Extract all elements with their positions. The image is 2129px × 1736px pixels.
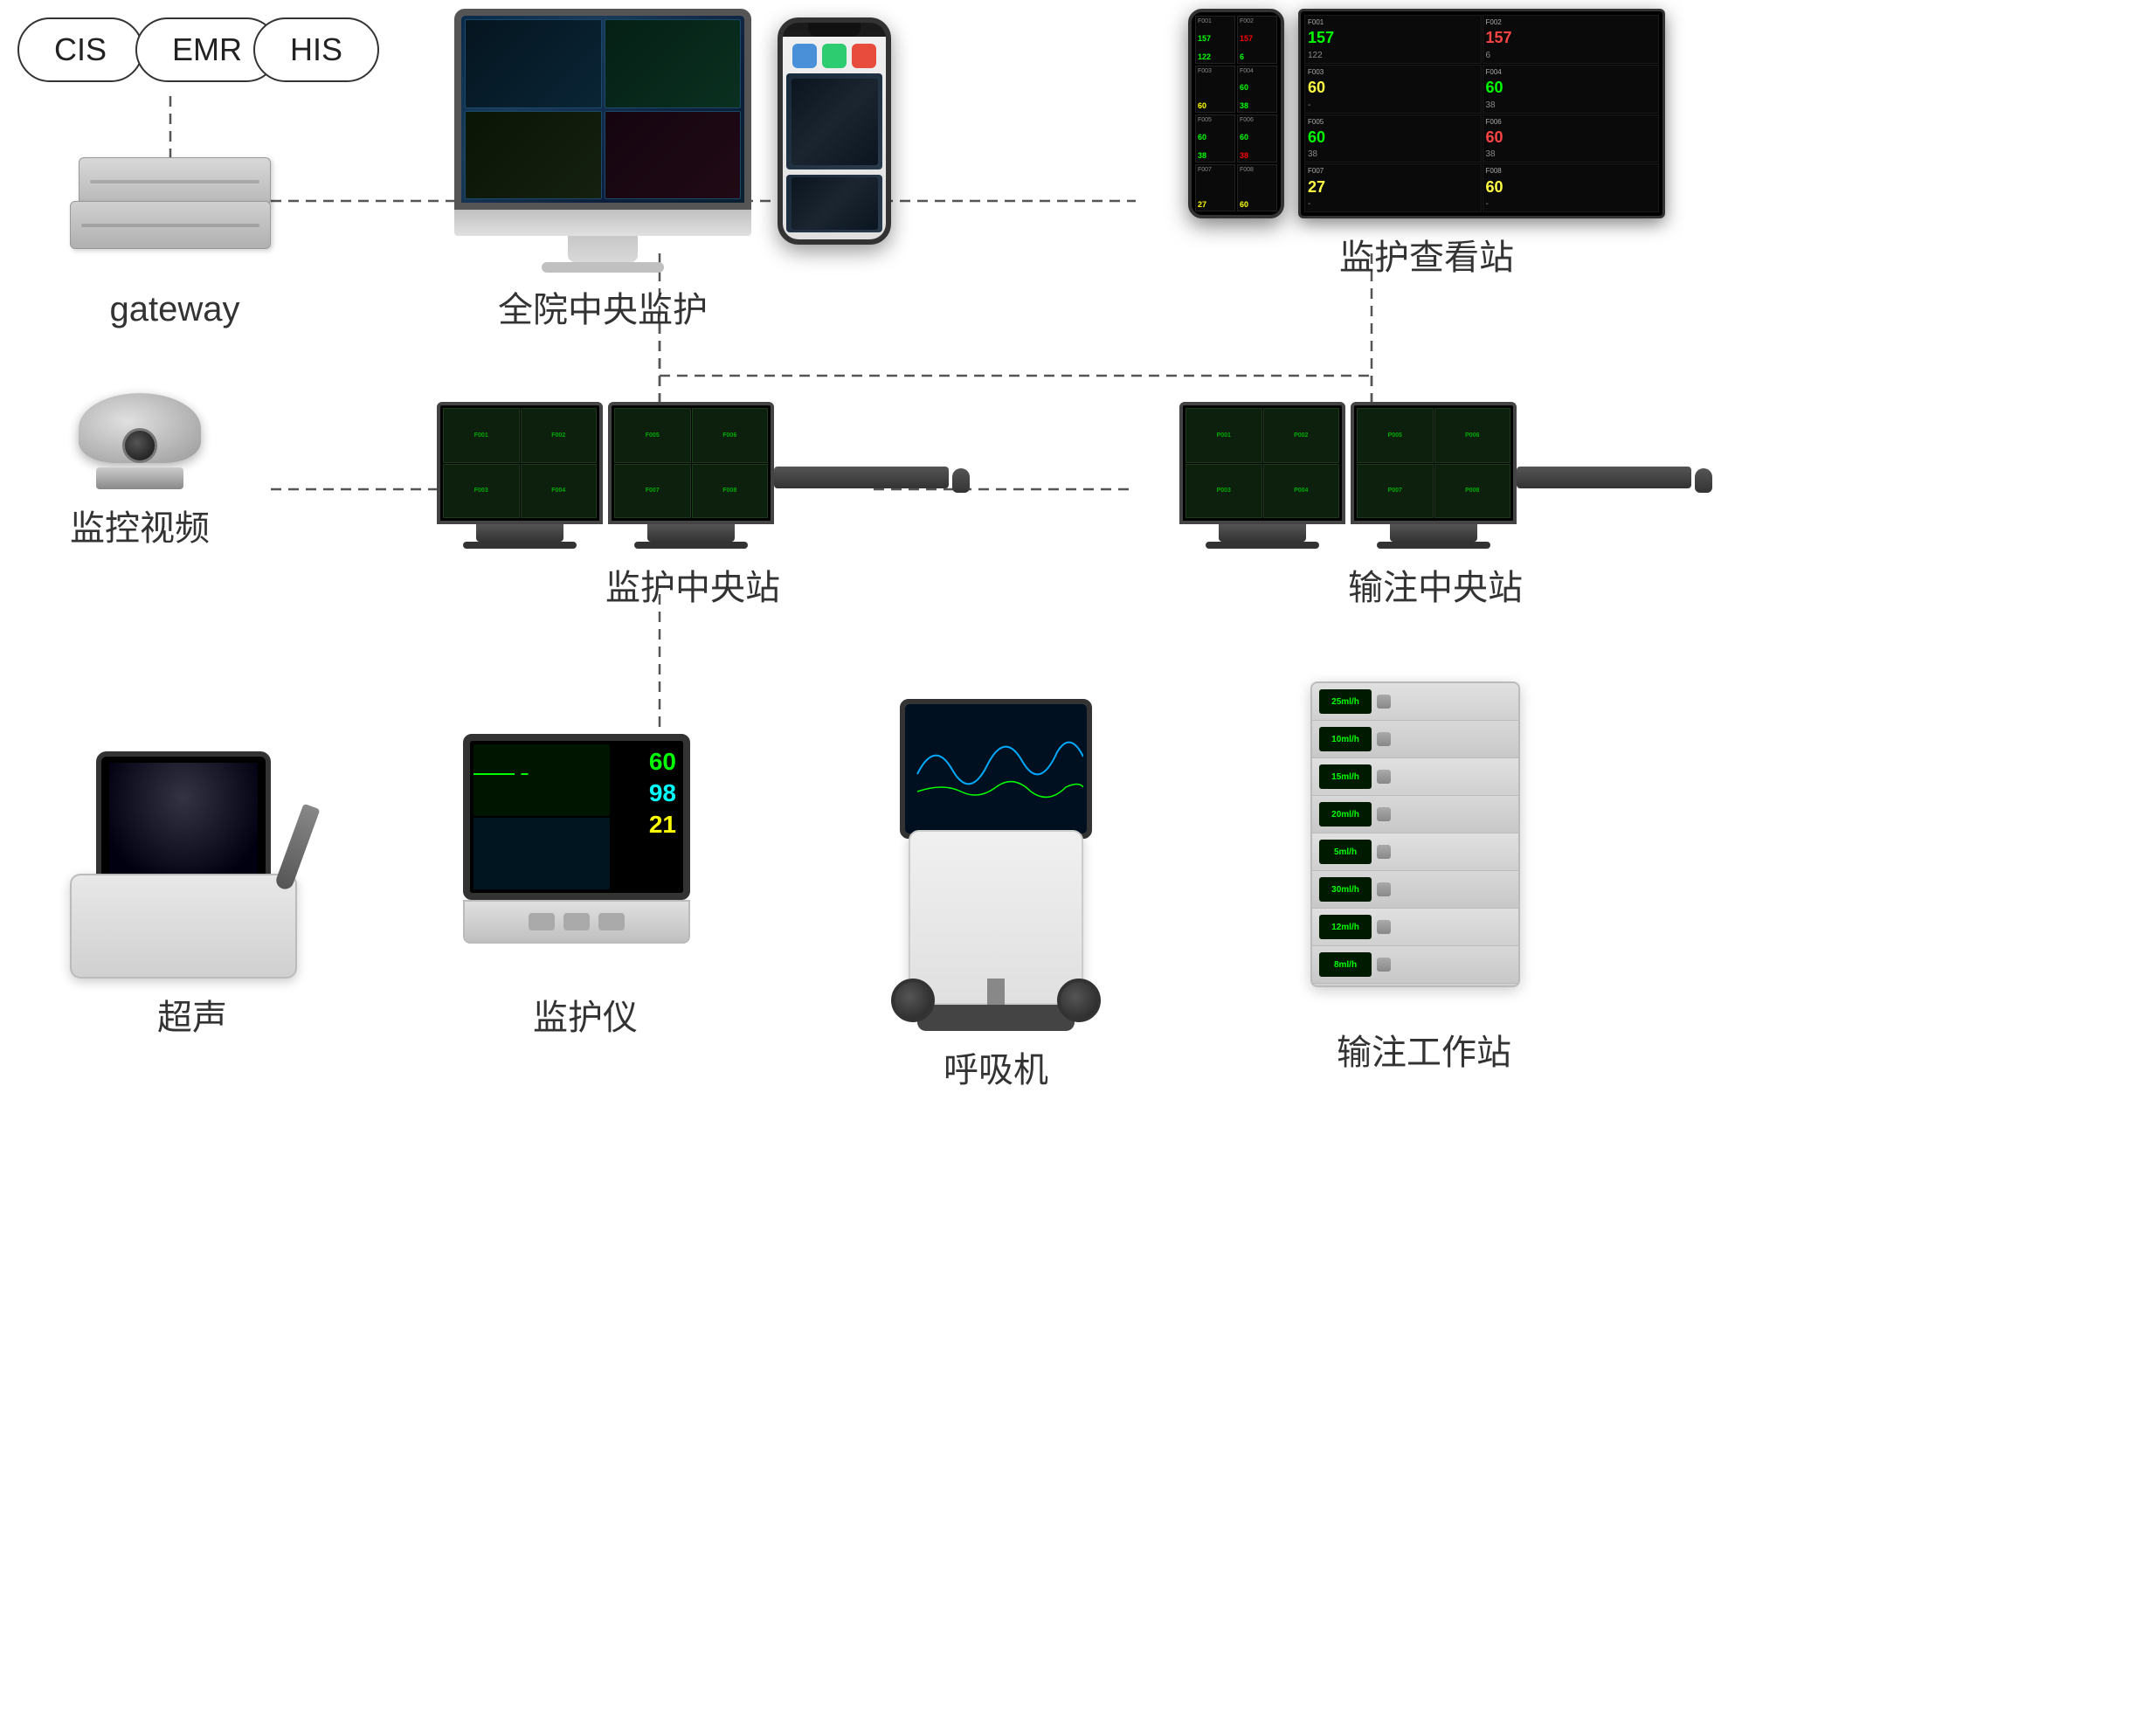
ultrasound-node: 超声 <box>70 751 315 1040</box>
his-pill: HIS <box>253 17 379 82</box>
ventilator-node: 呼吸机 <box>891 699 1101 1092</box>
ultrasound-label: 超声 <box>157 989 227 1040</box>
patient-monitor-node: 60 98 21 监护仪 <box>463 734 708 1040</box>
hospital-central-node: 全院中央监护 <box>454 9 751 332</box>
surveillance-label: 监控视频 <box>70 500 210 550</box>
cis-pill: CIS <box>17 17 143 82</box>
viewer-station-device: F001 157 122 F002 157 6 F003 <box>1188 9 1665 218</box>
monitor-central-device: F001 F002 F003 F004 F005 F006 F007 F008 <box>437 402 949 549</box>
infusion-central-label: 输注中央站 <box>1348 559 1523 610</box>
surveillance-node: 监控视频 <box>70 376 210 550</box>
hospital-central-device <box>454 9 751 271</box>
infusion-workstation-label: 输注工作站 <box>1337 1024 1511 1075</box>
ventilator-device <box>891 699 1101 1031</box>
camera-device <box>70 376 210 489</box>
viewer-station-node: F001 157 122 F002 157 6 F003 <box>1188 9 1665 280</box>
infusion-central-device: P001 P002 P003 P004 P005 P006 P007 P008 <box>1179 402 1691 549</box>
infusion-central-node: P001 P002 P003 P004 P005 P006 P007 P008 <box>1179 402 1691 610</box>
gateway-node: gateway <box>70 157 280 329</box>
monitor-central-node: F001 F002 F003 F004 F005 F006 F007 F008 <box>437 402 949 610</box>
hospital-central-label: 全院中央监护 <box>498 281 708 332</box>
ventilator-label: 呼吸机 <box>944 1041 1048 1092</box>
viewer-station-label: 监护查看站 <box>1339 229 1514 280</box>
infusion-workstation-device: 25ml/h 10ml/h 15ml/h 20ml/h <box>1310 681 1538 1013</box>
ultrasound-device <box>70 751 315 979</box>
infusion-workstation-node: 25ml/h 10ml/h 15ml/h 20ml/h <box>1310 681 1538 1075</box>
diagram: CIS EMR HIS gateway <box>0 0 2129 1736</box>
patient-monitor-label: 监护仪 <box>533 989 638 1040</box>
gateway-label: gateway <box>110 290 240 329</box>
gateway-device <box>70 157 280 280</box>
patient-monitor-device: 60 98 21 <box>463 734 708 979</box>
viewer-screen: F001 157 122 F002 157 6 F003 60 - F004 6… <box>1298 9 1665 218</box>
mobile-phone <box>778 17 891 245</box>
monitor-central-label: 监护中央站 <box>605 559 780 610</box>
tall-phone: F001 157 122 F002 157 6 F003 <box>1188 9 1284 218</box>
